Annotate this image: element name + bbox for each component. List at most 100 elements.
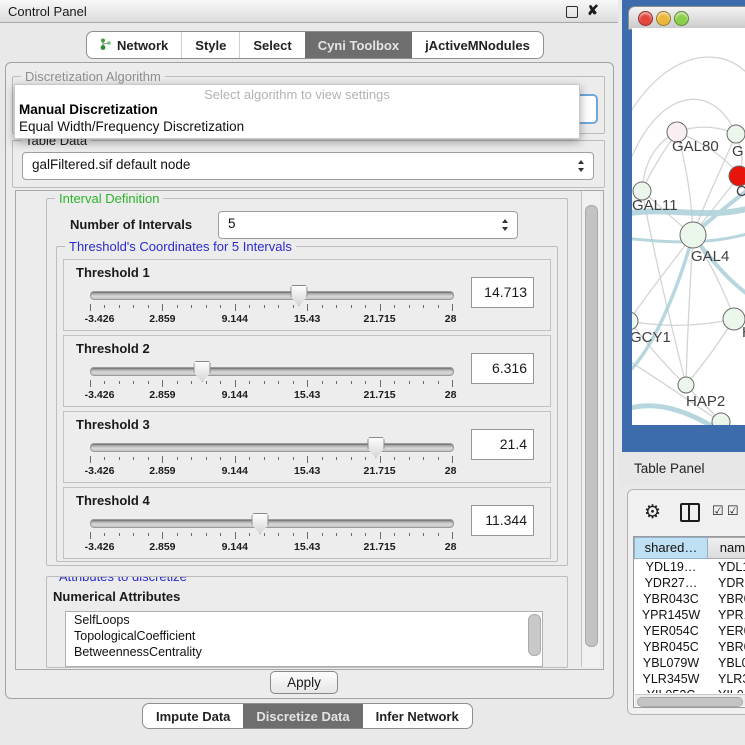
slider-thumb[interactable] <box>290 285 307 306</box>
threshold-panel: Threshold 1 -3.4262.8599.14415.4321.7152… <box>63 259 551 331</box>
tick-mark <box>307 304 308 311</box>
cell-name[interactable]: YBL0 <box>708 655 745 671</box>
table-row[interactable]: YBR043C YBR0 <box>634 591 745 607</box>
attribute-list-item[interactable]: SelfLoops <box>66 612 542 628</box>
column-header-shared-name[interactable]: shared… <box>634 537 708 559</box>
close-icon[interactable]: ✘ <box>587 2 599 19</box>
slider-thumb[interactable] <box>194 361 211 382</box>
table-hscrollbar-thumb[interactable] <box>637 697 743 707</box>
cell-shared-name[interactable]: YLR345W <box>634 671 708 687</box>
tick-mark <box>409 305 410 308</box>
table-row[interactable]: YBR045C YBR0 <box>634 639 745 655</box>
tick-mark <box>380 456 381 463</box>
tick-mark <box>191 533 192 536</box>
node-clipped-top-right[interactable] <box>727 125 745 143</box>
slider-track[interactable] <box>90 367 454 376</box>
tick-mark <box>278 533 279 536</box>
cell-shared-name[interactable]: YDL19… <box>634 559 708 575</box>
cell-name[interactable]: YBR0 <box>708 591 745 607</box>
slider-track[interactable] <box>90 443 454 452</box>
table-row[interactable]: YER054C YER0 <box>634 623 745 639</box>
float-window-icon[interactable] <box>566 6 578 18</box>
settings-scrollbar-thumb[interactable] <box>585 205 598 647</box>
slider-track[interactable] <box>90 291 454 300</box>
cell-shared-name[interactable]: YBR043C <box>634 591 708 607</box>
table-data-combobox[interactable]: galFiltered.sif default node <box>22 152 594 180</box>
scale-label: -3.426 <box>85 465 115 477</box>
tick-mark <box>322 533 323 536</box>
slider-thumb[interactable] <box>367 437 384 458</box>
numerical-attributes-list[interactable]: SelfLoopsTopologicalCoefficientBetweenne… <box>65 611 543 667</box>
slider-track[interactable] <box>90 519 454 528</box>
threshold-slider[interactable]: -3.4262.8599.14415.4321.71528 <box>90 284 452 328</box>
node-gcy1[interactable] <box>632 312 638 330</box>
node-gal4[interactable] <box>680 222 706 248</box>
column-header-name[interactable]: name <box>708 537 745 559</box>
gear-icon[interactable]: ⚙ <box>644 501 661 524</box>
attribute-list-item[interactable]: TopologicalCoefficient <box>66 628 542 644</box>
algorithm-option-manual-discretization[interactable]: Manual Discretization <box>19 102 158 117</box>
split-columns-icon[interactable] <box>680 503 700 522</box>
tab-select[interactable]: Select <box>239 32 304 58</box>
threshold-value-field[interactable]: 6.316 <box>471 353 534 384</box>
threshold-value-field[interactable]: 21.4 <box>471 429 534 460</box>
tab-jactivemnodules[interactable]: jActiveMNodules <box>412 32 543 58</box>
threshold-value-field[interactable]: 11.344 <box>471 505 534 536</box>
tick-mark <box>206 533 207 536</box>
table-row[interactable]: YPR145W YPR1 <box>634 607 745 623</box>
table-row[interactable]: YIL052C YIL0 <box>634 687 745 693</box>
cell-name[interactable]: YLR3 <box>708 671 745 687</box>
cell-name[interactable]: YBR0 <box>708 639 745 655</box>
cell-shared-name[interactable]: YPR145W <box>634 607 708 623</box>
thresholds-group-title: Threshold's Coordinates for 5 Intervals <box>65 239 296 254</box>
cell-name[interactable]: YDR2 <box>708 575 745 591</box>
tab-infer-network[interactable]: Infer Network <box>363 704 472 728</box>
tab-discretize-data[interactable]: Discretize Data <box>243 704 362 728</box>
tick-mark <box>322 381 323 384</box>
tab-impute-data[interactable]: Impute Data <box>143 704 243 728</box>
cell-name[interactable]: YER0 <box>708 623 745 639</box>
attributes-group: Attributes to discretize Numerical Attri… <box>46 576 568 668</box>
cell-name[interactable]: YIL0 <box>708 687 745 693</box>
table-row[interactable]: YDR27… YDR2 <box>634 575 745 591</box>
cell-shared-name[interactable]: YBL079W <box>634 655 708 671</box>
threshold-slider[interactable]: -3.4262.8599.14415.4321.71528 <box>90 512 452 556</box>
checkbox-icon[interactable]: ☑ <box>727 503 739 519</box>
number-of-intervals-combobox[interactable]: 5 <box>218 211 518 239</box>
checkbox-icon[interactable]: ☑ <box>712 503 724 519</box>
network-window-titlebar[interactable] <box>628 6 745 30</box>
cell-shared-name[interactable]: YER054C <box>634 623 708 639</box>
cell-name[interactable]: YDL1 <box>708 559 745 575</box>
tick-mark <box>336 533 337 536</box>
apply-button[interactable]: Apply <box>270 671 338 694</box>
cell-shared-name[interactable]: YIL052C <box>634 687 708 693</box>
slider-thumb[interactable] <box>252 513 269 534</box>
threshold-value-field[interactable]: 14.713 <box>471 277 534 308</box>
node-hap2[interactable] <box>678 377 694 393</box>
tick-mark <box>162 304 163 311</box>
threshold-slider[interactable]: -3.4262.8599.14415.4321.71528 <box>90 436 452 480</box>
algorithm-option-equal-width-frequency[interactable]: Equal Width/Frequency Discretization <box>19 119 244 134</box>
cell-shared-name[interactable]: YBR045C <box>634 639 708 655</box>
network-nodes[interactable] <box>632 122 745 425</box>
table-horizontal-scrollbar[interactable] <box>635 694 745 706</box>
cell-name[interactable]: YPR1 <box>708 607 745 623</box>
network-view-canvas[interactable]: GAL80 G. C GAL11 GAL4 GCY1 H HAP2 <box>632 28 745 425</box>
mac-minimize-button[interactable] <box>656 11 671 26</box>
tab-network[interactable]: Network <box>87 32 181 58</box>
cell-shared-name[interactable]: YDR27… <box>634 575 708 591</box>
tab-style[interactable]: Style <box>181 32 239 58</box>
tick-mark <box>90 380 91 387</box>
attributes-scrollbar-thumb[interactable] <box>528 614 541 656</box>
threshold-slider[interactable]: -3.4262.8599.14415.4321.71528 <box>90 360 452 404</box>
table-row[interactable]: YDL19… YDL1 <box>634 559 745 575</box>
tick-mark <box>191 381 192 384</box>
settings-vertical-scrollbar[interactable] <box>581 191 600 667</box>
attribute-list-item[interactable]: BetweennessCentrality <box>66 644 542 660</box>
tab-cyni-toolbox[interactable]: Cyni Toolbox <box>305 32 412 58</box>
table-row[interactable]: YBL079W YBL0 <box>634 655 745 671</box>
table-row[interactable]: YLR345W YLR3 <box>634 671 745 687</box>
algorithm-dropdown-popup: Select algorithm to view settings Manual… <box>14 84 580 139</box>
mac-zoom-button[interactable] <box>674 11 689 26</box>
mac-close-button[interactable] <box>638 11 653 26</box>
